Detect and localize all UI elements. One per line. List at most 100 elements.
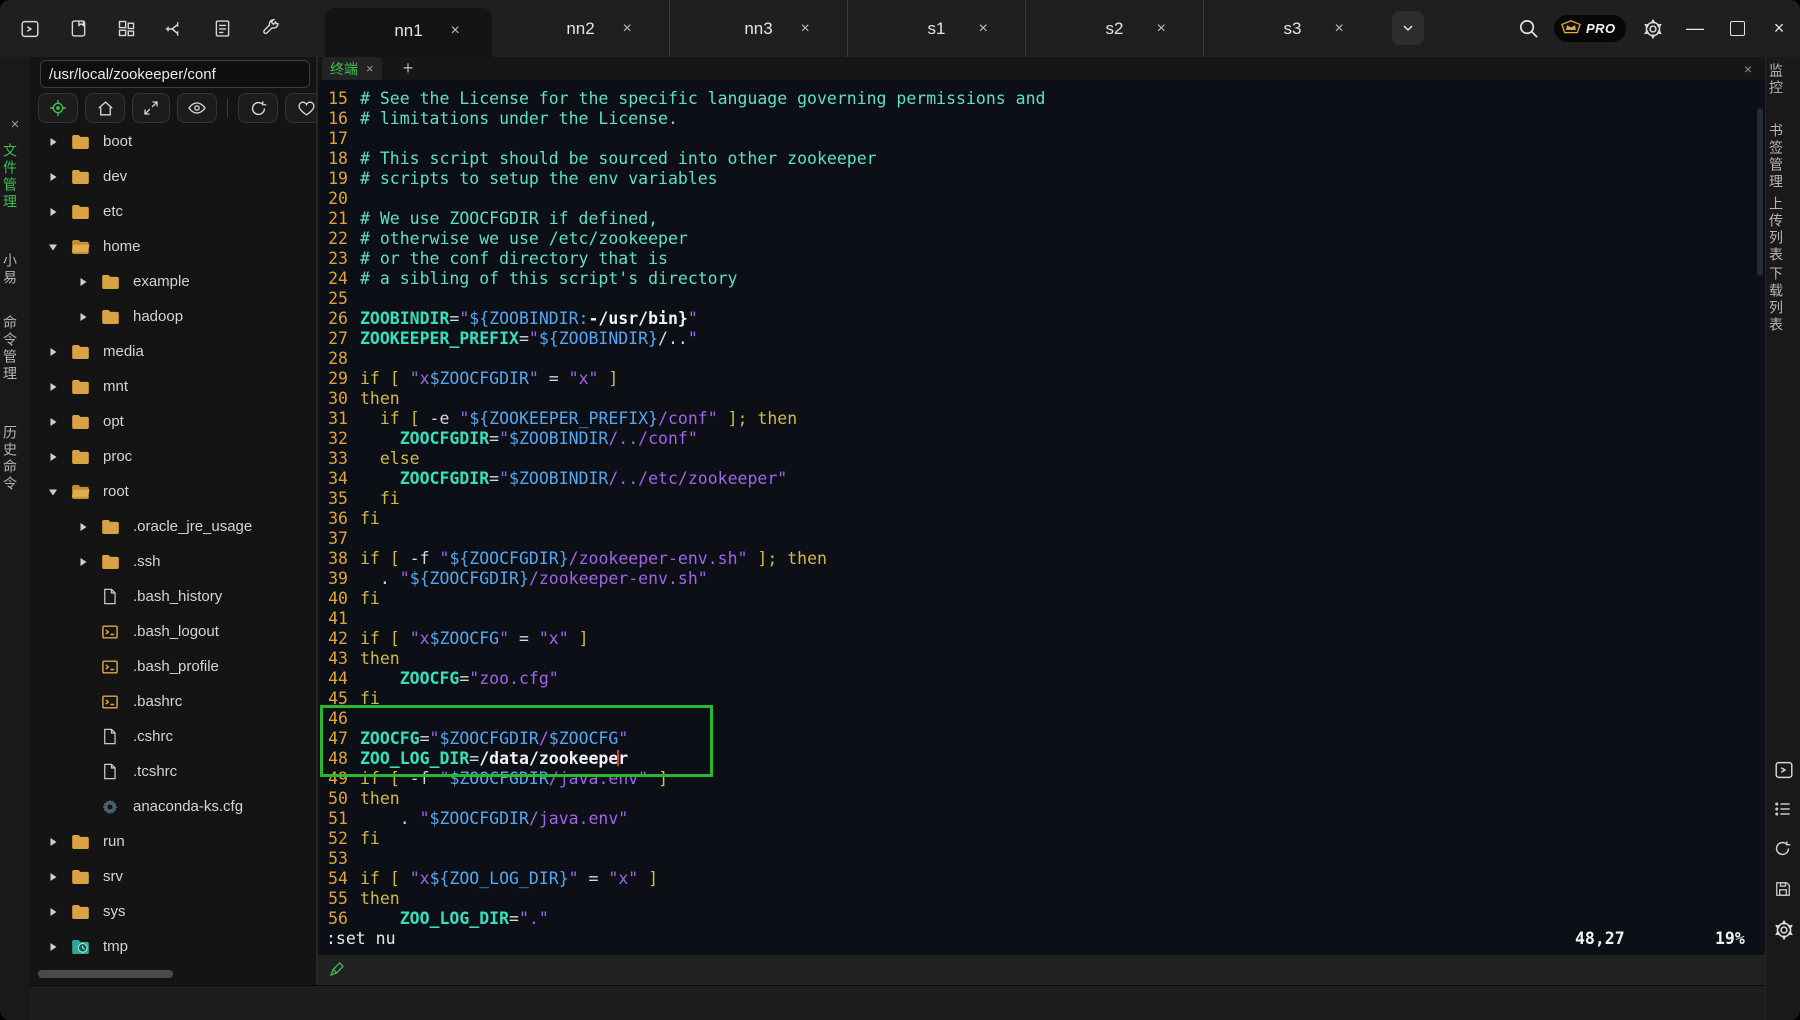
folder-icon xyxy=(100,271,121,292)
tab-close-icon[interactable]: × xyxy=(801,20,810,38)
expand-arrow-icon[interactable] xyxy=(46,242,60,252)
preview-button[interactable] xyxy=(177,93,217,123)
tree-item-example[interactable]: example xyxy=(30,264,316,299)
expand-arrow-icon[interactable] xyxy=(46,207,60,217)
expand-arrow-icon[interactable] xyxy=(76,312,90,322)
expand-arrow-icon[interactable] xyxy=(46,837,60,847)
branch-icon[interactable] xyxy=(162,17,186,41)
tab-close-icon[interactable]: × xyxy=(979,20,988,38)
expand-arrow-icon[interactable] xyxy=(46,942,60,952)
terminal-panel-close-icon[interactable]: × xyxy=(1736,57,1760,80)
expand-arrow-icon[interactable] xyxy=(46,872,60,882)
tab-nn2[interactable]: nn2× xyxy=(492,0,669,57)
tree-item-.oracle_jre_usage[interactable]: .oracle_jre_usage xyxy=(30,509,316,544)
tree-item-opt[interactable]: opt xyxy=(30,404,316,439)
expand-arrow-icon[interactable] xyxy=(46,907,60,917)
save-icon[interactable] xyxy=(1773,879,1795,901)
tree-item-boot[interactable]: boot xyxy=(30,124,316,159)
terminal-tab-close-icon[interactable]: × xyxy=(366,61,374,76)
tree-item-label: etc xyxy=(103,203,123,220)
right-rail-item-3[interactable]: 上传列表 xyxy=(1766,196,1800,264)
tree-item-.bash_history[interactable]: .bash_history xyxy=(30,579,316,614)
close-window-button[interactable]: × xyxy=(1764,0,1794,57)
tree-item-.cshrc[interactable]: .cshrc xyxy=(30,719,316,754)
right-rail: 监控书签管理上传列表下载列表 xyxy=(1765,57,1800,1020)
left-rail-item-4[interactable]: 历史命令 xyxy=(0,425,30,493)
tree-item-.bash_profile[interactable]: .bash_profile xyxy=(30,649,316,684)
expand-arrow-icon[interactable] xyxy=(76,277,90,287)
expand-arrow-icon[interactable] xyxy=(46,382,60,392)
tab-close-icon[interactable]: × xyxy=(1335,20,1344,38)
gear-icon[interactable] xyxy=(1773,919,1795,941)
tree-item-.bash_logout[interactable]: .bash_logout xyxy=(30,614,316,649)
home-button[interactable] xyxy=(85,93,125,123)
tab-nn1[interactable]: nn1× xyxy=(325,8,492,57)
expand-arrow-icon[interactable] xyxy=(76,522,90,532)
left-rail-item-2[interactable]: 小易 xyxy=(0,253,30,287)
tree-item-.tcshrc[interactable]: .tcshrc xyxy=(30,754,316,789)
tab-nn3[interactable]: nn3× xyxy=(669,0,847,57)
fit-button[interactable] xyxy=(132,93,170,123)
tree-item-.bashrc[interactable]: .bashrc xyxy=(30,684,316,719)
tree-item-root[interactable]: root xyxy=(30,474,316,509)
refresh-icon[interactable] xyxy=(1773,839,1795,861)
maximize-button[interactable] xyxy=(1722,0,1752,57)
terminal-scrollbar[interactable] xyxy=(1757,108,1763,276)
tree-item-sys[interactable]: sys xyxy=(30,894,316,929)
terminal-screen[interactable]: 15# See the License for the specific lan… xyxy=(318,80,1765,955)
minimize-button[interactable]: — xyxy=(1680,0,1710,57)
right-rail-item-4[interactable]: 下载列表 xyxy=(1766,266,1800,334)
highlighter-icon[interactable] xyxy=(328,960,348,980)
horizontal-scrollbar[interactable] xyxy=(38,970,173,978)
left-rail-item-1[interactable]: 文件管理 xyxy=(0,143,30,211)
path-input[interactable]: /usr/local/zookeeper/conf xyxy=(40,60,310,88)
left-rail-item-3[interactable]: 命令管理 xyxy=(0,315,30,383)
new-terminal-button[interactable]: + xyxy=(396,57,420,80)
tab-s3[interactable]: s3× xyxy=(1203,0,1381,57)
line-number: 38 xyxy=(318,549,348,569)
tree-item-srv[interactable]: srv xyxy=(30,859,316,894)
tree-item-proc[interactable]: proc xyxy=(30,439,316,474)
tab-s1[interactable]: s1× xyxy=(847,0,1025,57)
refresh-button[interactable] xyxy=(238,93,278,123)
tree-item-run[interactable]: run xyxy=(30,824,316,859)
right-rail-item-2[interactable]: 书签管理 xyxy=(1766,123,1800,191)
server-icon[interactable] xyxy=(210,17,234,41)
tree-item-hadoop[interactable]: hadoop xyxy=(30,299,316,334)
list-icon[interactable] xyxy=(1773,799,1795,821)
tree-item-.ssh[interactable]: .ssh xyxy=(30,544,316,579)
code-line: 36fi xyxy=(318,509,1765,529)
expand-arrow-icon[interactable] xyxy=(46,172,60,182)
panel-close-button[interactable]: × xyxy=(0,113,30,135)
tab-close-icon[interactable]: × xyxy=(451,22,460,40)
tab-close-icon[interactable]: × xyxy=(1157,20,1166,38)
tree-item-dev[interactable]: dev xyxy=(30,159,316,194)
expand-arrow-icon[interactable] xyxy=(46,452,60,462)
notes-icon[interactable] xyxy=(66,17,90,41)
wrench-icon[interactable] xyxy=(258,17,282,41)
tab-s2[interactable]: s2× xyxy=(1025,0,1203,57)
console-icon[interactable] xyxy=(18,17,42,41)
pro-badge[interactable]: PRO xyxy=(1554,15,1626,42)
dashboard-icon[interactable] xyxy=(114,17,138,41)
settings-button[interactable] xyxy=(1638,0,1668,57)
tab-list-dropdown-button[interactable] xyxy=(1392,11,1424,45)
tab-close-icon[interactable]: × xyxy=(623,20,632,38)
expand-arrow-icon[interactable] xyxy=(46,487,60,497)
tree-item-mnt[interactable]: mnt xyxy=(30,369,316,404)
expand-arrow-icon[interactable] xyxy=(46,347,60,357)
tree-item-anaconda-ks.cfg[interactable]: anaconda-ks.cfg xyxy=(30,789,316,824)
expand-arrow-icon[interactable] xyxy=(46,137,60,147)
locate-button[interactable] xyxy=(38,93,78,123)
terminal-tab[interactable]: 终端 × xyxy=(322,57,382,80)
expand-arrow-icon[interactable] xyxy=(46,417,60,427)
tree-item-media[interactable]: media xyxy=(30,334,316,369)
tree-item-tmp[interactable]: tmp xyxy=(30,929,316,964)
search-button[interactable] xyxy=(1514,0,1542,57)
tree-item-etc[interactable]: etc xyxy=(30,194,316,229)
console-icon[interactable] xyxy=(1773,759,1795,781)
expand-arrow-icon[interactable] xyxy=(76,557,90,567)
tree-item-home[interactable]: home xyxy=(30,229,316,264)
line-number: 51 xyxy=(318,809,348,829)
right-rail-item-1[interactable]: 监控 xyxy=(1766,63,1800,97)
